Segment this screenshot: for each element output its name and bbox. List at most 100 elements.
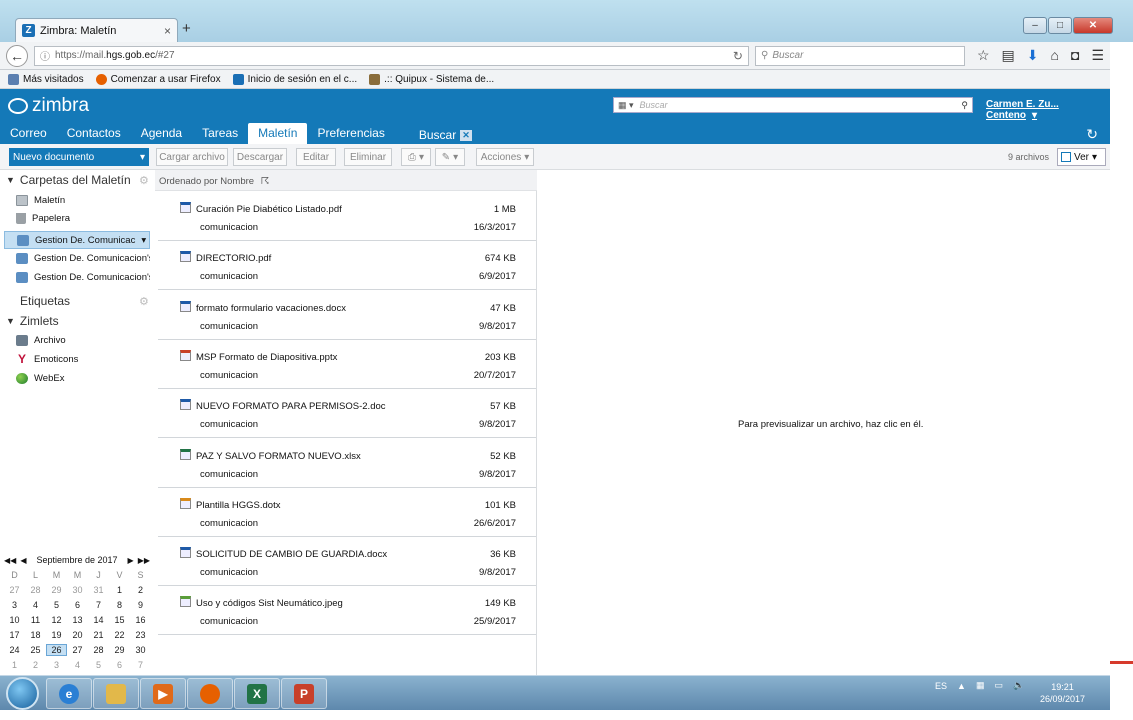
sidebar-item-webex[interactable]: WebEx [16, 369, 150, 387]
reload-icon[interactable]: ↻ [733, 49, 743, 63]
new-tab-button[interactable]: + [182, 20, 191, 37]
minimize-icon[interactable]: – [1023, 17, 1047, 34]
bookmark-mas-visitados[interactable]: Más visitados [8, 73, 84, 85]
prev-year-icon[interactable]: ◀◀ [4, 556, 16, 565]
chevron-down-icon[interactable]: ▾ [141, 235, 146, 246]
browser-tab[interactable]: Z Zimbra: Maletín × [15, 18, 178, 42]
edit-button[interactable]: Editar [296, 148, 336, 166]
calendar-day[interactable]: 10 [4, 615, 25, 625]
calendar-day[interactable]: 7 [88, 600, 109, 610]
zimbra-search-input[interactable]: ▦ ▾ Buscar ⚲ [613, 97, 973, 113]
upload-file-button[interactable]: Cargar archivo [156, 148, 228, 166]
sort-icon[interactable]: ☈ [261, 176, 270, 187]
show-hidden-icons-icon[interactable]: ▲ [957, 681, 966, 691]
collapse-triangle-icon[interactable]: ▼ [6, 175, 15, 185]
taskbar-button[interactable]: P [281, 678, 327, 709]
list-item[interactable]: Plantilla HGGS.dotx 101 KB comunicacion 26/… [158, 488, 536, 537]
taskbar-button[interactable] [93, 678, 139, 709]
calendar-day[interactable]: 6 [67, 600, 88, 610]
back-arrow-icon[interactable]: ← [6, 44, 28, 67]
list-item[interactable]: DIRECTORIO.pdf 674 KB comunicacion 6/9/2017 [158, 241, 536, 291]
tags-header[interactable]: Etiquetas ⚙ [20, 294, 149, 308]
delete-button[interactable]: Eliminar [344, 148, 392, 166]
list-item[interactable]: Curación Pie Diabético Listado.pdf 1 MB co… [158, 192, 536, 241]
calendar-day[interactable]: 2 [25, 660, 46, 670]
calendar-day[interactable]: 3 [4, 600, 25, 610]
calendar-day[interactable]: 5 [46, 600, 67, 610]
taskbar-button[interactable] [187, 678, 233, 709]
power-icon[interactable]: ▭ [994, 680, 1003, 691]
calendar-day[interactable]: 29 [46, 585, 67, 595]
network-icon[interactable]: ▦ [976, 680, 985, 691]
language-indicator[interactable]: ES [935, 681, 947, 691]
bookmark-star-icon[interactable]: ☆ [977, 47, 990, 64]
list-item[interactable]: SOLICITUD DE CAMBIO DE GUARDIA.docx 36 KB… [158, 537, 536, 587]
new-document-button[interactable]: Nuevo documento ▾ [9, 148, 149, 166]
maximize-icon[interactable]: □ [1048, 17, 1072, 34]
bookmark-firefox[interactable]: Comenzar a usar Firefox [95, 73, 221, 85]
bookmark-inicio-sesion[interactable]: Inicio de sesión en el c... [232, 73, 357, 85]
sidebar-item-gestion-comunicacions-1[interactable]: Gestion De. Comunicacion's [16, 249, 150, 267]
tab-agenda[interactable]: Agenda [131, 123, 192, 144]
calendar-day[interactable]: 1 [109, 585, 130, 595]
list-item[interactable]: NUEVO FORMATO PARA PERMISOS-2.doc 57 KB co… [158, 389, 536, 439]
calendar-day[interactable]: 27 [4, 585, 25, 595]
calendar-day[interactable]: 21 [88, 630, 109, 640]
search-icon[interactable]: ⚲ [961, 100, 968, 111]
tab-correo[interactable]: Correo [0, 123, 57, 144]
refresh-icon[interactable]: ↻ [1086, 126, 1098, 143]
calendar-day[interactable]: 12 [46, 615, 67, 625]
tab-contactos[interactable]: Contactos [57, 123, 131, 144]
calendar-day[interactable]: 6 [109, 660, 130, 670]
print-button[interactable]: ⎙ ▾ [401, 148, 431, 166]
actions-button[interactable]: Acciones ▾ [476, 148, 534, 166]
tab-close-icon[interactable]: × [164, 24, 171, 38]
next-month-icon[interactable]: ▶ [128, 556, 134, 565]
calendar-day[interactable]: 25 [25, 645, 46, 655]
download-button[interactable]: Descargar [233, 148, 287, 166]
calendar-day[interactable]: 17 [4, 630, 25, 640]
calendar-day[interactable]: 8 [109, 600, 130, 610]
calendar-day[interactable]: 30 [67, 585, 88, 595]
sidebar-item-papelera[interactable]: Papelera [16, 209, 150, 227]
calendar-day[interactable]: 23 [130, 630, 151, 640]
prev-month-icon[interactable]: ◀ [20, 556, 26, 565]
gear-icon[interactable]: ⚙ [139, 174, 149, 187]
sidebar-item-archivo[interactable]: Archivo [16, 331, 150, 349]
calendar-day[interactable]: 24 [4, 645, 25, 655]
calendar-day[interactable]: 19 [46, 630, 67, 640]
calendar-day[interactable]: 9 [130, 600, 151, 610]
collapse-triangle-icon[interactable]: ▼ [6, 316, 15, 326]
calendar-day[interactable]: 13 [67, 615, 88, 625]
list-item[interactable]: Uso y códigos Sist Neumático.jpeg 149 KB c… [158, 586, 536, 636]
tab-preferencias[interactable]: Preferencias [307, 123, 394, 144]
browser-search-input[interactable]: ⚲ Buscar [754, 45, 965, 66]
close-tab-icon[interactable]: ✕ [460, 129, 472, 141]
start-button[interactable] [6, 677, 39, 710]
tab-maletin[interactable]: Maletín [248, 123, 308, 144]
home-icon[interactable]: ⌂ [1051, 47, 1059, 64]
zimbra-logo[interactable]: zimbra [8, 95, 89, 117]
calendar-day[interactable]: 15 [109, 615, 130, 625]
sidebar-item-maletin[interactable]: Maletín [16, 191, 150, 209]
search-scope-icon[interactable]: ▦ ▾ [618, 100, 634, 111]
taskbar-button[interactable]: X [234, 678, 280, 709]
calendar-day[interactable]: 7 [130, 660, 151, 670]
calendar-day-today[interactable]: 26 [46, 643, 67, 656]
folders-header[interactable]: ▼ Carpetas del Maletín ⚙ [6, 173, 149, 187]
calendar-day[interactable]: 28 [25, 585, 46, 595]
list-item[interactable]: MSP Formato de Diapositiva.pptx 203 KB com… [158, 340, 536, 389]
view-button[interactable]: Ver ▾ [1057, 148, 1106, 166]
chevron-down-icon[interactable]: ▾ [140, 152, 145, 163]
calendar-day[interactable]: 18 [25, 630, 46, 640]
calendar-day[interactable]: 27 [67, 645, 88, 655]
calendar-day[interactable]: 4 [25, 600, 46, 610]
calendar-day[interactable]: 28 [88, 645, 109, 655]
calendar-day[interactable]: 4 [67, 660, 88, 670]
sidebar-item-emoticons[interactable]: Y Emoticons [16, 350, 150, 368]
calendar-day[interactable]: 20 [67, 630, 88, 640]
taskbar-button[interactable]: e [46, 678, 92, 709]
pocket-icon[interactable]: ◘ [1071, 47, 1079, 64]
user-menu[interactable]: Carmen E. Zu... Centeno ▾ [986, 99, 1110, 121]
taskbar-button[interactable]: ▶ [140, 678, 186, 709]
